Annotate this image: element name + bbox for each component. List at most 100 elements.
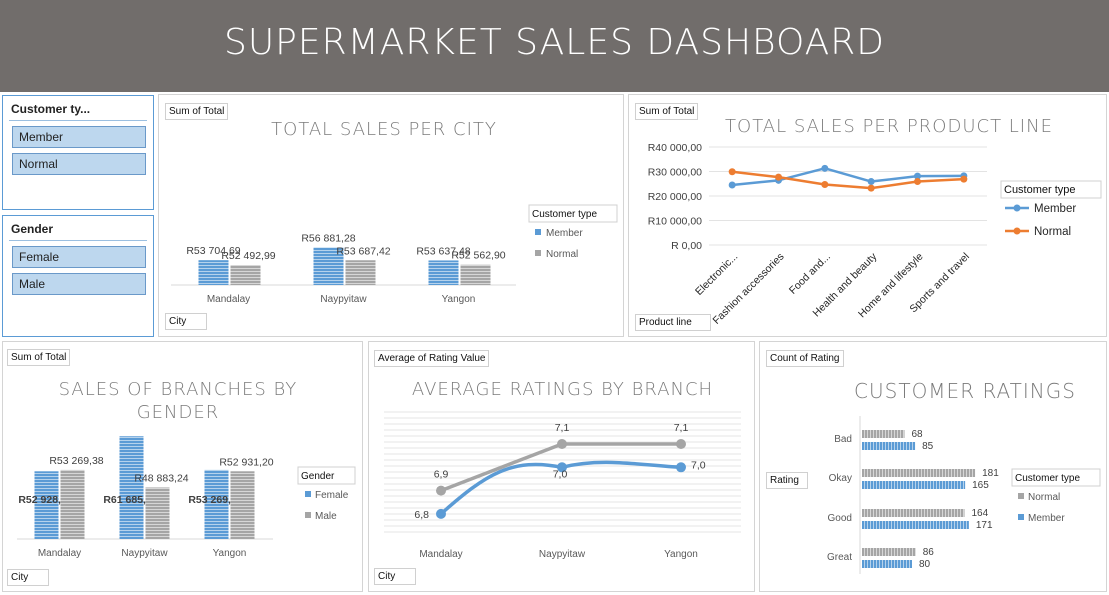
y-tick-label: R 0,00 [671, 240, 702, 252]
bar-member [862, 442, 916, 450]
bar-normal [345, 260, 376, 285]
avg-rating-chart: 6,8 7,0 7,0 6,9 7,1 7,1 Mandalay Naypyitaw Yango… [384, 411, 741, 560]
data-label: 7,0 [553, 468, 568, 480]
data-label: 85 [922, 441, 934, 452]
dashboard-title: SUPERMARKET SALES DASHBOARD [223, 22, 886, 63]
x-tick-label: Naypyitaw [121, 548, 168, 559]
point-normal [914, 178, 921, 186]
data-label: R52 562,90 [451, 250, 505, 262]
slicer-divider [9, 240, 147, 241]
product-line-chart: R 0,00 R10 000,00 R20 000,00 R30 000,00 R40 … [648, 142, 1102, 327]
point-member [436, 508, 446, 519]
data-label: 68 [912, 429, 924, 440]
legend-label: Member [1028, 513, 1065, 524]
axis-field-button[interactable]: City [165, 313, 207, 330]
data-label: 6,8 [414, 509, 429, 521]
data-label: R53 269,38 [49, 455, 103, 467]
data-label: R52 492,99 [221, 250, 275, 262]
legend-title: Customer type [532, 209, 597, 220]
legend-label: Female [315, 490, 349, 501]
point-normal [436, 485, 446, 496]
bar-male [145, 487, 170, 539]
legend-swatch-female [305, 491, 311, 497]
data-label: R53 687,42 [336, 245, 390, 257]
city-sales-chart: R53 704,69R52 492,99MandalayR56 881,28R5… [171, 204, 618, 305]
axis-field-button[interactable]: City [7, 569, 49, 586]
data-label: 7,1 [674, 422, 689, 434]
x-tick-label: Yangon [664, 549, 698, 560]
axis-field-button[interactable]: City [374, 568, 416, 585]
legend-label: Member [546, 228, 583, 239]
legend-swatch-member [535, 229, 541, 235]
bar-member [428, 260, 459, 285]
data-label: 86 [923, 547, 935, 558]
dashboard-header: SUPERMARKET SALES DASHBOARD [0, 0, 1109, 92]
bar-normal [862, 548, 916, 556]
point-member [867, 178, 875, 186]
legend-label: Normal [546, 249, 578, 260]
x-tick-label: Naypyitaw [320, 294, 367, 305]
bar-normal [862, 469, 976, 477]
legend-marker-member [1013, 204, 1021, 212]
legend-label: Male [315, 511, 337, 522]
slicer-item-normal[interactable]: Normal [12, 153, 146, 175]
data-label: R56 881,28 [301, 232, 355, 244]
x-tick-label: Yangon [213, 548, 247, 559]
x-tick-label: Yangon [442, 294, 476, 305]
branch-gender-chart: R52 928,30R53 269,38MandalayR61 685,46R4… [17, 436, 356, 559]
branch-gender-chart-panel: Sum of Total SALES OF BRANCHES BY GENDER… [2, 341, 363, 592]
y-tick-label: R30 000,00 [648, 167, 702, 179]
bar-male [60, 469, 85, 539]
slicer-title: Customer ty... [11, 102, 91, 116]
legend-swatch-normal [1018, 493, 1024, 499]
y-tick-label: Great [827, 552, 852, 563]
point-normal [728, 168, 736, 176]
slicer-title: Gender [11, 222, 54, 236]
legend-swatch-normal [535, 250, 541, 256]
point-normal [775, 173, 782, 181]
point-member [676, 462, 686, 473]
data-label: 7,0 [691, 459, 706, 471]
legend-swatch-male [305, 512, 311, 518]
bar-normal [460, 264, 491, 285]
customer-ratings-chart: Bad 6885 Okay 181165 Good 164171 Great 8680 Cust… [827, 416, 1101, 574]
y-tick-label: R20 000,00 [648, 191, 702, 203]
data-label: 6,9 [434, 469, 449, 481]
legend-label: Member [1034, 203, 1076, 215]
legend-marker-normal [1013, 227, 1021, 235]
point-normal [867, 184, 875, 192]
slicer-item-male[interactable]: Male [12, 273, 146, 295]
data-label: 181 [982, 468, 999, 479]
axis-field-button[interactable]: Product line [635, 314, 711, 331]
customer-type-slicer[interactable]: Customer ty... Member Normal [2, 95, 154, 210]
legend-title: Customer type [1015, 473, 1080, 484]
data-label: 165 [972, 480, 989, 491]
slicer-divider [9, 120, 147, 121]
customer-ratings-chart-panel: Count of Rating CUSTOMER RATINGS Rating … [759, 341, 1107, 592]
y-tick-label: Good [828, 513, 852, 524]
point-normal [821, 180, 829, 188]
bar-member [862, 560, 912, 568]
x-tick-label: Food and... [787, 251, 833, 297]
legend-label: Normal [1028, 492, 1060, 503]
slicer-item-member[interactable]: Member [12, 126, 146, 148]
bar-member [862, 521, 969, 529]
x-tick-label: Mandalay [38, 548, 81, 559]
product-line-chart-panel: Sum of Total TOTAL SALES PER PRODUCT LIN… [628, 94, 1107, 337]
y-tick-label: Okay [829, 473, 852, 484]
point-normal [960, 175, 968, 183]
city-sales-chart-panel: Sum of Total TOTAL SALES PER CITY R53 70… [158, 94, 624, 337]
point-normal [676, 439, 686, 449]
x-tick-label: Electronic... [693, 251, 740, 298]
slicer-item-female[interactable]: Female [12, 246, 146, 268]
avg-rating-chart-panel: Average of Rating Value AVERAGE RATINGS … [368, 341, 755, 592]
bar-member [862, 481, 966, 489]
legend-swatch-member [1018, 514, 1024, 520]
bar-normal [230, 265, 261, 285]
point-member [821, 164, 829, 172]
gender-slicer[interactable]: Gender Female Male [2, 215, 154, 337]
x-tick-label: Naypyitaw [539, 549, 586, 560]
bar-male [230, 471, 255, 539]
data-label: 171 [976, 520, 993, 531]
x-tick-label: Mandalay [207, 294, 250, 305]
